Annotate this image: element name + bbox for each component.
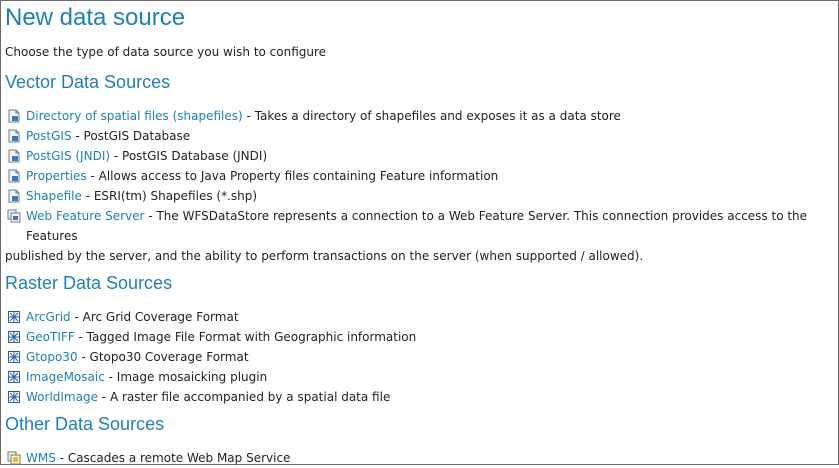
source-item-postgis-jndi: PostGIS (JNDI) - PostGIS Database (JNDI) bbox=[5, 146, 831, 166]
source-link-geotiff[interactable]: GeoTIFF bbox=[26, 330, 75, 344]
source-description-continued: published by the server, and the ability… bbox=[5, 249, 644, 263]
wms-store-icon bbox=[7, 451, 21, 465]
source-link-shapefile[interactable]: Shapefile bbox=[26, 189, 82, 203]
vector-section-heading: Vector Data Sources bbox=[5, 72, 171, 92]
separator: - bbox=[86, 169, 99, 183]
source-description: Gtopo30 Coverage Format bbox=[89, 350, 249, 364]
separator: - bbox=[77, 350, 90, 364]
separator: - bbox=[104, 370, 117, 384]
vector-store-icon bbox=[8, 169, 20, 183]
source-description: Cascades a remote Web Map Service bbox=[67, 451, 291, 465]
source-item-wms: WMS - Cascades a remote Web Map Service bbox=[5, 448, 831, 468]
source-link-wms[interactable]: WMS bbox=[26, 451, 56, 465]
source-item-gtopo30: Gtopo30 - Gtopo30 Coverage Format bbox=[5, 347, 831, 367]
vector-store-icon bbox=[8, 189, 20, 203]
separator: - bbox=[55, 451, 68, 465]
vector-store-icon bbox=[8, 109, 20, 123]
separator: - bbox=[110, 149, 123, 163]
source-description: Arc Grid Coverage Format bbox=[82, 310, 239, 324]
source-link-properties[interactable]: Properties bbox=[26, 169, 87, 183]
separator: - bbox=[81, 189, 94, 203]
separator: - bbox=[97, 390, 110, 404]
vector-store-icon bbox=[8, 149, 20, 163]
separator: - bbox=[144, 209, 157, 223]
source-link-worldimage[interactable]: WorldImage bbox=[26, 390, 98, 404]
source-link-arcgrid[interactable]: ArcGrid bbox=[26, 310, 71, 324]
separator: - bbox=[71, 129, 84, 143]
raster-store-icon bbox=[8, 351, 20, 363]
source-description: PostGIS Database bbox=[83, 129, 191, 143]
source-link-postgis-jndi[interactable]: PostGIS (JNDI) bbox=[26, 149, 110, 163]
source-link-directory-shapefiles[interactable]: Directory of spatial files (shapefiles) bbox=[26, 109, 243, 123]
separator: - bbox=[74, 330, 87, 344]
separator: - bbox=[242, 109, 255, 123]
source-description: Allows access to Java Property files con… bbox=[98, 169, 499, 183]
separator: - bbox=[70, 310, 83, 324]
source-item-arcgrid: ArcGrid - Arc Grid Coverage Format bbox=[5, 307, 831, 327]
page-intro: Choose the type of data source you wish … bbox=[5, 45, 327, 59]
source-description: Tagged Image File Format with Geographic… bbox=[86, 330, 417, 344]
raster-store-icon bbox=[8, 311, 20, 323]
source-link-gtopo30[interactable]: Gtopo30 bbox=[26, 350, 78, 364]
page-title: New data source bbox=[5, 4, 186, 31]
vector-store-icon bbox=[8, 129, 20, 143]
wfs-store-icon bbox=[7, 209, 21, 223]
other-section-heading: Other Data Sources bbox=[5, 414, 165, 434]
raster-source-list: ArcGrid - Arc Grid Coverage Format GeoTI… bbox=[5, 307, 838, 407]
raster-store-icon bbox=[8, 371, 20, 383]
source-item-directory-shapefiles: Directory of spatial files (shapefiles) … bbox=[5, 106, 831, 126]
source-item-postgis: PostGIS - PostGIS Database bbox=[5, 126, 831, 146]
source-item-properties: Properties - Allows access to Java Prope… bbox=[5, 166, 831, 186]
source-link-postgis[interactable]: PostGIS bbox=[26, 129, 72, 143]
raster-section-heading: Raster Data Sources bbox=[5, 273, 173, 293]
raster-store-icon bbox=[8, 331, 20, 343]
source-item-shapefile: Shapefile - ESRI(tm) Shapefiles (*.shp) bbox=[5, 186, 831, 206]
other-source-list: WMS - Cascades a remote Web Map Service bbox=[5, 448, 838, 468]
source-item-worldimage: WorldImage - A raster file accompanied b… bbox=[5, 387, 831, 407]
source-item-imagemosaic: ImageMosaic - Image mosaicking plugin bbox=[5, 367, 831, 387]
raster-store-icon bbox=[8, 391, 20, 403]
source-description: ESRI(tm) Shapefiles (*.shp) bbox=[93, 189, 258, 203]
source-description: A raster file accompanied by a spatial d… bbox=[109, 390, 391, 404]
new-data-source-page: New data source Choose the type of data … bbox=[1, 1, 838, 468]
source-link-web-feature-server[interactable]: Web Feature Server bbox=[26, 209, 145, 223]
source-description: Image mosaicking plugin bbox=[116, 370, 268, 384]
source-description: Takes a directory of shapefiles and expo… bbox=[254, 109, 621, 123]
source-link-imagemosaic[interactable]: ImageMosaic bbox=[26, 370, 105, 384]
source-description: PostGIS Database (JNDI) bbox=[122, 149, 268, 163]
source-item-web-feature-server: Web Feature Server - The WFSDataStore re… bbox=[5, 206, 831, 266]
source-item-geotiff: GeoTIFF - Tagged Image File Format with … bbox=[5, 327, 831, 347]
vector-source-list: Directory of spatial files (shapefiles) … bbox=[5, 106, 838, 266]
